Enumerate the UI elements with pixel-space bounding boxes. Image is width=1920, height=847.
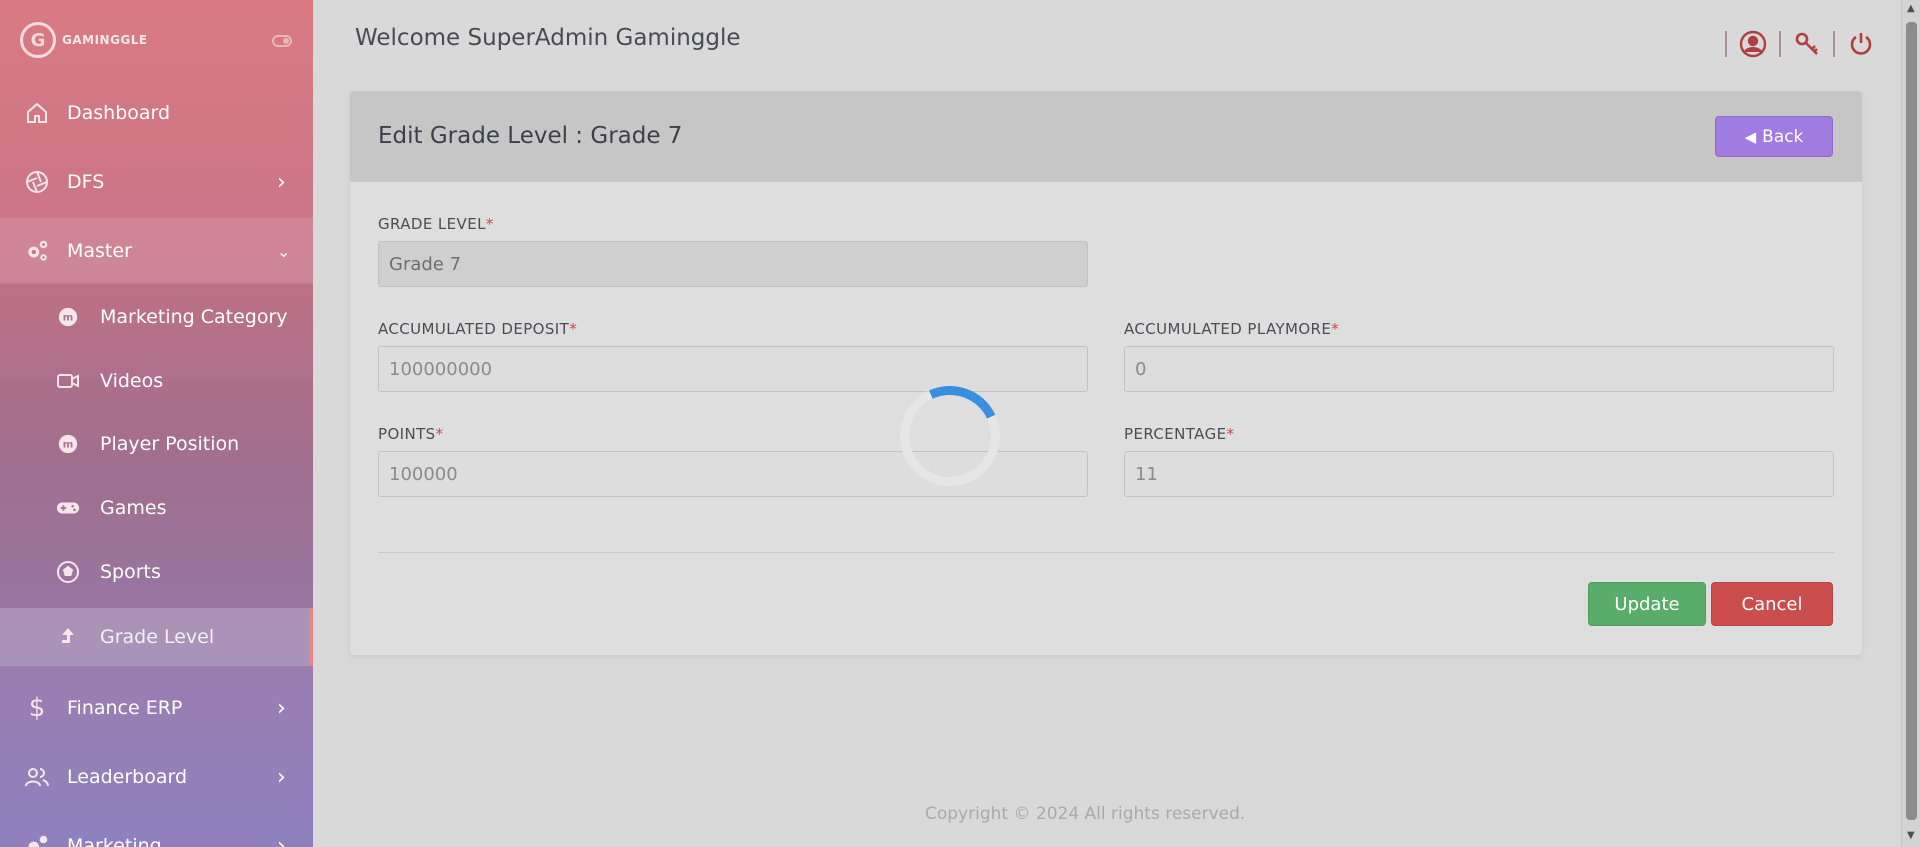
svg-text:m: m (63, 313, 74, 324)
sidebar-item-label: DFS (67, 171, 105, 193)
sidebar-item-master[interactable]: Master ⌄ (0, 218, 313, 284)
gamepad-icon (56, 496, 80, 520)
sidebar-subitem-label: Grade Level (100, 626, 215, 648)
chevron-right-icon: › (277, 695, 286, 721)
top-icons (1713, 30, 1875, 58)
sidebar-item-marketing[interactable]: Marketing › (0, 813, 313, 847)
brand[interactable]: G GAMINGGLE (20, 22, 148, 58)
sidebar-item-label: Master (67, 240, 132, 262)
power-icon[interactable] (1847, 30, 1875, 58)
sidebar-subitem-label: Marketing Category (100, 306, 288, 328)
back-button-label: Back (1762, 126, 1804, 147)
chevron-right-icon: › (277, 764, 286, 790)
home-icon (24, 100, 50, 126)
points-label: POINTS* (378, 425, 444, 443)
key-icon[interactable] (1793, 30, 1821, 58)
grade-level-label: GRADE LEVEL* (378, 215, 494, 233)
required-mark: * (1331, 320, 1340, 338)
sidebar-subitem-label: Games (100, 497, 167, 519)
percentage-label-text: PERCENTAGE (1124, 425, 1227, 443)
svg-text:m: m (63, 440, 74, 451)
required-mark: * (435, 425, 444, 443)
users-icon (24, 764, 50, 790)
sidebar-subitem-label: Videos (100, 370, 164, 392)
sidebar-subitem-player-position[interactable]: m Player Position (0, 415, 313, 473)
ball-icon (56, 560, 80, 584)
grade-level-input[interactable] (378, 241, 1088, 287)
back-button[interactable]: ◀ Back (1715, 116, 1833, 157)
grade-level-label-text: GRADE LEVEL (378, 215, 486, 233)
scrollbar[interactable]: ▲ ▼ (1901, 0, 1920, 847)
scroll-up-icon[interactable]: ▲ (1907, 3, 1915, 14)
divider (1779, 31, 1781, 57)
percentage-input[interactable] (1124, 451, 1834, 497)
page-title: Edit Grade Level : Grade 7 (378, 123, 683, 149)
footer-copyright: Copyright © 2024 All rights reserved. (925, 804, 1246, 824)
accumulated-deposit-label-text: ACCUMULATED DEPOSIT (378, 320, 570, 338)
card-header: Edit Grade Level : Grade 7 ◀ Back (350, 91, 1862, 182)
edit-grade-level-card: Edit Grade Level : Grade 7 ◀ Back GRADE … (350, 91, 1862, 655)
divider (1833, 31, 1835, 57)
sidebar-item-label: Marketing (67, 835, 162, 847)
accumulated-deposit-label: ACCUMULATED DEPOSIT* (378, 320, 577, 338)
welcome-text: Welcome SuperAdmin Gaminggle (355, 25, 741, 51)
aperture-icon (24, 169, 50, 195)
points-label-text: POINTS (378, 425, 436, 443)
badge-icon: m (56, 305, 80, 329)
dollar-icon: $ (28, 693, 46, 723)
sidebar-subitem-label: Sports (100, 561, 161, 583)
form-divider (378, 552, 1834, 553)
accumulated-deposit-input[interactable] (378, 346, 1088, 392)
cancel-button[interactable]: Cancel (1711, 582, 1833, 626)
chevron-down-icon: ⌄ (277, 241, 291, 261)
user-profile-icon[interactable] (1739, 30, 1767, 58)
sidebar-item-label: Dashboard (67, 102, 171, 124)
required-mark: * (569, 320, 578, 338)
brand-logo: G (20, 22, 56, 58)
sidebar-subitem-videos[interactable]: Videos (0, 352, 313, 410)
brand-name: GAMINGGLE (62, 33, 148, 47)
arrow-up-icon (56, 625, 80, 649)
gears-icon (24, 238, 50, 264)
video-icon (56, 369, 80, 393)
sidebar: G GAMINGGLE Dashboard DFS › Master ⌄ m M… (0, 0, 313, 847)
sidebar-item-label: Finance ERP (67, 697, 183, 719)
sidebar-item-label: Leaderboard (67, 766, 188, 788)
divider (1725, 31, 1727, 57)
gears-icon (24, 833, 50, 847)
sidebar-subitem-grade-level[interactable]: Grade Level (0, 608, 313, 666)
accumulated-playmore-label-text: ACCUMULATED PLAYMORE (1124, 320, 1332, 338)
sidebar-toggle[interactable] (272, 35, 292, 47)
sidebar-subitem-label: Player Position (100, 433, 240, 455)
sidebar-subitem-sports[interactable]: Sports (0, 543, 313, 601)
scroll-down-icon[interactable]: ▼ (1907, 830, 1915, 841)
scroll-thumb[interactable] (1906, 22, 1917, 820)
update-button[interactable]: Update (1588, 582, 1706, 626)
arrow-left-icon: ◀ (1744, 127, 1757, 146)
chevron-right-icon: › (277, 833, 286, 847)
percentage-label: PERCENTAGE* (1124, 425, 1234, 443)
sidebar-item-dashboard[interactable]: Dashboard (0, 80, 313, 146)
chevron-right-icon: › (277, 169, 286, 195)
sidebar-subitem-marketing-category[interactable]: m Marketing Category (0, 288, 313, 346)
required-mark: * (485, 215, 494, 233)
badge-icon: m (56, 432, 80, 456)
accumulated-playmore-label: ACCUMULATED PLAYMORE* (1124, 320, 1339, 338)
sidebar-subitem-games[interactable]: Games (0, 479, 313, 537)
required-mark: * (1226, 425, 1235, 443)
sidebar-item-leaderboard[interactable]: Leaderboard › (0, 744, 313, 810)
accumulated-playmore-input[interactable] (1124, 346, 1834, 392)
sidebar-item-dfs[interactable]: DFS › (0, 149, 313, 215)
sidebar-item-finance-erp[interactable]: $ Finance ERP › (0, 675, 313, 741)
